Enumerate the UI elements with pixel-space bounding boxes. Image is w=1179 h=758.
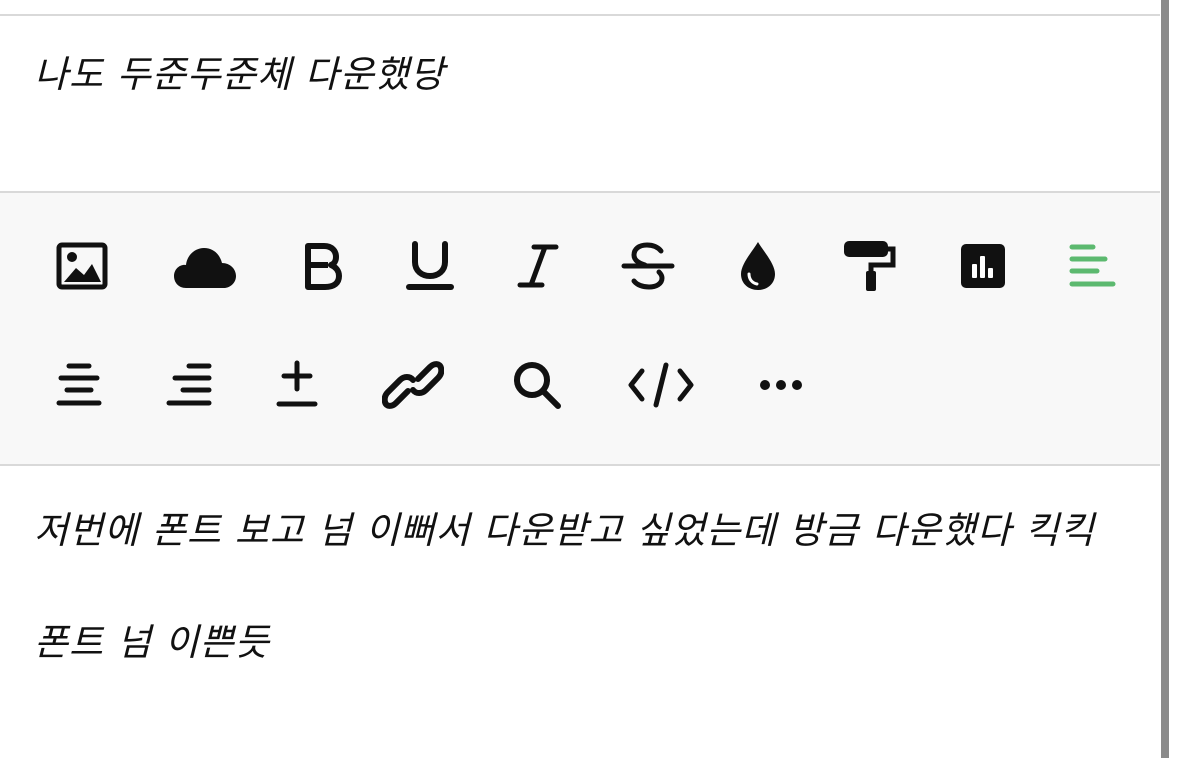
link-button[interactable] <box>378 350 448 420</box>
editor-page: 나도 두준두준체 다운했당 저번에 폰트 보고 넘 이뻐서 다운받고 싶었는데 … <box>0 0 1160 758</box>
divider-toolbar-bottom <box>0 464 1160 466</box>
align-left-icon <box>1069 244 1116 287</box>
post-body-line-2: 폰트 넘 이쁜듯 <box>34 621 270 664</box>
cloud-button[interactable] <box>170 231 240 301</box>
chart-icon <box>961 244 1005 288</box>
italic-icon <box>517 244 559 288</box>
more-button[interactable] <box>746 350 816 420</box>
strikethrough-icon <box>621 242 675 290</box>
scrollbar-thumb[interactable] <box>1161 0 1169 758</box>
align-center-icon <box>56 363 102 406</box>
align-right-icon <box>166 363 212 406</box>
underline-icon <box>406 241 454 290</box>
strikethrough-button[interactable] <box>613 231 683 301</box>
editor-toolbar <box>0 193 1160 464</box>
bold-icon <box>305 243 342 290</box>
image-button[interactable] <box>47 231 117 301</box>
more-icon <box>760 380 802 390</box>
text-color-button[interactable] <box>723 231 793 301</box>
italic-button[interactable] <box>503 231 573 301</box>
search-icon <box>514 362 561 409</box>
link-icon <box>382 361 444 409</box>
underline-button[interactable] <box>395 231 465 301</box>
divider-top <box>0 14 1160 16</box>
paint-roller-icon <box>844 241 896 291</box>
cloud-icon <box>174 248 236 288</box>
chart-button[interactable] <box>948 231 1018 301</box>
post-body-line-1: 저번에 폰트 보고 넘 이뻐서 다운받고 싶었는데 방금 다운했다 킥킥 <box>34 509 1095 552</box>
plus-minus-icon <box>276 360 318 407</box>
scrollbar[interactable] <box>1160 0 1179 758</box>
plus-minus-button[interactable] <box>262 350 332 420</box>
post-top-text: 나도 두준두준체 다운했당 <box>34 53 445 96</box>
align-right-button[interactable] <box>154 350 224 420</box>
align-left-button[interactable] <box>1058 231 1128 301</box>
search-button[interactable] <box>502 350 572 420</box>
align-center-button[interactable] <box>44 350 114 420</box>
image-icon <box>56 242 108 290</box>
color-drop-icon <box>741 242 775 290</box>
highlight-button[interactable] <box>834 231 904 301</box>
bold-button[interactable] <box>287 231 357 301</box>
code-button[interactable] <box>626 350 696 420</box>
code-icon <box>628 362 694 408</box>
